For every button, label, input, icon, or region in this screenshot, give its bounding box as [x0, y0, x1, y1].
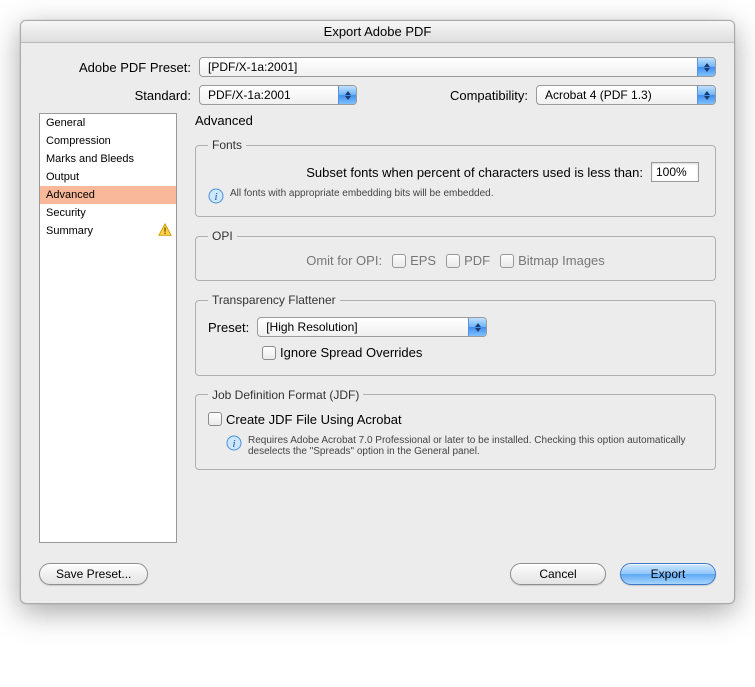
ignore-spread-overrides-checkbox[interactable]: Ignore Spread Overrides	[262, 345, 422, 360]
preset-select-value: [PDF/X-1a:2001]	[208, 60, 697, 74]
sidebar-item-marks-bleeds[interactable]: Marks and Bleeds	[40, 150, 176, 168]
flattener-ignore-row: Ignore Spread Overrides	[208, 345, 703, 363]
advanced-panel: Advanced Fonts Subset fonts when percent…	[195, 113, 716, 543]
category-sidebar: General Compression Marks and Bleeds Out…	[39, 113, 177, 543]
svg-text:i: i	[214, 191, 217, 203]
opi-pdf-checkbox[interactable]: PDF	[446, 253, 490, 268]
flattener-preset-row: Preset: [High Resolution]	[208, 317, 703, 337]
preset-select[interactable]: [PDF/X-1a:2001]	[199, 57, 716, 77]
sidebar-item-general[interactable]: General	[40, 114, 176, 132]
dropdown-arrows-icon	[697, 58, 715, 76]
svg-text:i: i	[232, 438, 235, 450]
standard-select-value: PDF/X-1a:2001	[208, 88, 338, 102]
opi-eps-checkbox[interactable]: EPS	[392, 253, 436, 268]
compatibility-select-value: Acrobat 4 (PDF 1.3)	[545, 88, 697, 102]
window-title: Export Adobe PDF	[21, 21, 734, 43]
sidebar-item-output[interactable]: Output	[40, 168, 176, 186]
flattener-legend: Transparency Flattener	[208, 293, 340, 307]
export-button[interactable]: Export	[620, 563, 716, 585]
flattener-group: Transparency Flattener Preset: [High Res…	[195, 293, 716, 376]
standard-select[interactable]: PDF/X-1a:2001	[199, 85, 357, 105]
compatibility-select[interactable]: Acrobat 4 (PDF 1.3)	[536, 85, 716, 105]
jdf-legend: Job Definition Format (JDF)	[208, 388, 363, 402]
opi-row: Omit for OPI: EPS PDF Bitmap Images	[208, 253, 703, 268]
flattener-preset-value: [High Resolution]	[266, 320, 468, 334]
fonts-note: All fonts with appropriate embedding bit…	[230, 188, 494, 199]
info-icon: i	[226, 435, 242, 451]
standard-compat-row: Standard: PDF/X-1a:2001 Compatibility: A…	[39, 85, 716, 105]
jdf-note-row: i Requires Adobe Acrobat 7.0 Professiona…	[208, 435, 703, 457]
jdf-group: Job Definition Format (JDF) Create JDF F…	[195, 388, 716, 471]
main-area: General Compression Marks and Bleeds Out…	[39, 113, 716, 543]
opi-group: OPI Omit for OPI: EPS PDF Bitmap Images	[195, 229, 716, 281]
save-preset-button[interactable]: Save Preset...	[39, 563, 148, 585]
dialog-content: Adobe PDF Preset: [PDF/X-1a:2001] Standa…	[21, 43, 734, 603]
sidebar-item-summary[interactable]: Summary	[40, 222, 176, 240]
fonts-subset-row: Subset fonts when percent of characters …	[208, 162, 703, 182]
opi-legend: OPI	[208, 229, 237, 243]
button-bar: Save Preset... Cancel Export	[39, 563, 716, 585]
sidebar-item-compression[interactable]: Compression	[40, 132, 176, 150]
compatibility-label: Compatibility:	[410, 88, 536, 103]
warning-icon	[158, 223, 172, 237]
fonts-legend: Fonts	[208, 138, 246, 152]
dropdown-arrows-icon	[468, 318, 486, 336]
create-jdf-checkbox[interactable]: Create JDF File Using Acrobat	[208, 412, 402, 427]
flattener-preset-select[interactable]: [High Resolution]	[257, 317, 487, 337]
cancel-button[interactable]: Cancel	[510, 563, 606, 585]
opi-bitmap-checkbox[interactable]: Bitmap Images	[500, 253, 605, 268]
fonts-note-row: i All fonts with appropriate embedding b…	[208, 188, 703, 204]
dropdown-arrows-icon	[338, 86, 356, 104]
export-pdf-dialog: Export Adobe PDF Adobe PDF Preset: [PDF/…	[20, 20, 735, 604]
preset-label: Adobe PDF Preset:	[39, 60, 199, 75]
sidebar-item-advanced[interactable]: Advanced	[40, 186, 176, 204]
opi-label: Omit for OPI:	[306, 253, 382, 268]
fonts-subset-input[interactable]	[651, 162, 699, 182]
sidebar-item-security[interactable]: Security	[40, 204, 176, 222]
flattener-preset-label: Preset:	[208, 320, 249, 335]
jdf-note: Requires Adobe Acrobat 7.0 Professional …	[248, 435, 703, 457]
standard-label: Standard:	[39, 88, 199, 103]
fonts-subset-label: Subset fonts when percent of characters …	[306, 165, 643, 180]
preset-row: Adobe PDF Preset: [PDF/X-1a:2001]	[39, 57, 716, 77]
dropdown-arrows-icon	[697, 86, 715, 104]
info-icon: i	[208, 188, 224, 204]
fonts-group: Fonts Subset fonts when percent of chara…	[195, 138, 716, 217]
panel-title: Advanced	[195, 113, 716, 128]
